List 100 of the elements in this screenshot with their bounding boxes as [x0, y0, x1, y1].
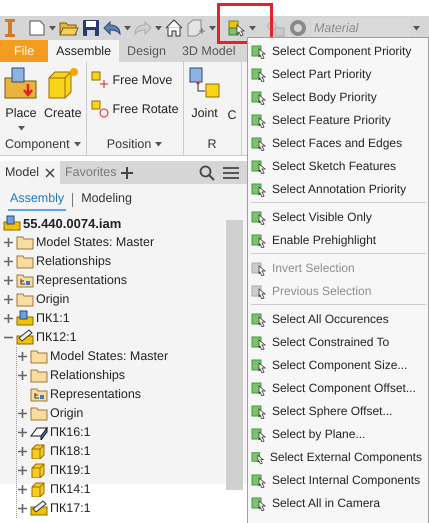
- tree-item[interactable]: Relationships: [36, 252, 112, 271]
- ribbon-button[interactable]: Create: [44, 66, 82, 133]
- mode-tab[interactable]: Modeling: [79, 189, 134, 211]
- tree-item[interactable]: Representations: [50, 384, 142, 404]
- caret-icon: [155, 142, 162, 146]
- ribbon-button[interactable]: Free Move: [90, 69, 179, 92]
- selection-icon: [251, 426, 267, 442]
- selection-icon: [251, 134, 267, 150]
- search-icon[interactable]: [199, 164, 215, 180]
- menu-item[interactable]: Select External Components: [248, 445, 428, 468]
- expander-icon[interactable]: [3, 312, 14, 324]
- assembly-icon: [3, 215, 21, 232]
- menu-item[interactable]: Select Sketch Features: [248, 154, 428, 177]
- tree-item[interactable]: Origin: [36, 290, 70, 309]
- menu-item[interactable]: Select Component Priority: [248, 39, 428, 62]
- save-icon[interactable]: [82, 19, 100, 37]
- menu-icon[interactable]: [223, 166, 239, 180]
- tree-item[interactable]: ПК12:1: [36, 328, 77, 347]
- caret-icon[interactable]: [124, 26, 131, 30]
- expander-icon[interactable]: [17, 408, 28, 419]
- expander-icon[interactable]: [3, 274, 14, 286]
- expander-icon[interactable]: [17, 464, 28, 476]
- folder-icon: [16, 253, 34, 270]
- expander-icon[interactable]: [3, 294, 14, 305]
- create-component-icon[interactable]: [46, 66, 80, 100]
- browser-tab[interactable]: Model: [0, 161, 60, 184]
- constraint-icon[interactable]: [266, 19, 286, 37]
- menu-item[interactable]: Enable Prehighlight: [248, 228, 428, 251]
- document-icon[interactable]: [186, 19, 206, 37]
- menu-item[interactable]: Select Sphere Offset...: [248, 399, 428, 422]
- menu-item[interactable]: Select Feature Priority: [248, 108, 428, 131]
- menu-item[interactable]: Select Annotation Priority: [248, 177, 428, 200]
- expander-icon[interactable]: [17, 446, 28, 457]
- selection-icon: [251, 66, 267, 82]
- caret-icon[interactable]: [49, 26, 56, 30]
- tree-item[interactable]: 55.440.0074.iam: [23, 214, 122, 233]
- panel-title[interactable]: R: [188, 133, 237, 155]
- tree-item[interactable]: Model States: Master: [36, 232, 154, 252]
- tree-item[interactable]: ПК1:1: [36, 308, 70, 328]
- mode-tab[interactable]: Assembly: [8, 189, 66, 211]
- menu-item[interactable]: Select Visible Only: [248, 205, 428, 228]
- menu-item[interactable]: Select Component Size...: [248, 353, 428, 376]
- caret-icon[interactable]: [209, 26, 216, 30]
- tree-item[interactable]: ПК17:1: [50, 498, 91, 518]
- selection-icon: [251, 310, 267, 326]
- caret-icon[interactable]: [155, 26, 162, 30]
- expander-icon[interactable]: [3, 256, 14, 267]
- expander-icon[interactable]: [3, 236, 14, 248]
- expander-icon[interactable]: [17, 370, 28, 381]
- menu-item[interactable]: Select Component Offset...: [248, 376, 428, 399]
- tree-item[interactable]: Representations: [36, 270, 128, 290]
- expander-icon[interactable]: [17, 502, 28, 514]
- tree-item[interactable]: ПК14:1: [50, 480, 91, 499]
- caret-icon[interactable]: [249, 26, 256, 30]
- menu-item[interactable]: Select by Plane...: [248, 422, 428, 445]
- ribbon-tab[interactable]: Assemble: [48, 40, 120, 62]
- tree-item[interactable]: Relationships: [50, 366, 126, 385]
- ribbon-button[interactable]: C: [228, 66, 237, 133]
- assembly-icon: [16, 310, 34, 326]
- menu-item[interactable]: Select Internal Components: [248, 468, 428, 491]
- expander-icon[interactable]: [17, 426, 28, 438]
- folder-icon: [16, 291, 34, 308]
- scrollbar[interactable]: [226, 220, 243, 490]
- undo-icon[interactable]: [103, 20, 121, 36]
- place-component-icon[interactable]: [4, 66, 38, 100]
- add-icon[interactable]: [121, 166, 134, 178]
- new-document-icon[interactable]: [28, 19, 46, 37]
- selection-icon: [251, 402, 267, 418]
- ribbon-tab[interactable]: Design: [119, 40, 174, 62]
- menu-item[interactable]: Select Part Priority: [248, 62, 428, 85]
- close-icon[interactable]: [45, 168, 56, 178]
- expander-icon[interactable]: [17, 350, 28, 362]
- joint-icon[interactable]: [188, 66, 222, 100]
- tree-item[interactable]: Model States: Master: [50, 346, 168, 366]
- menu-item[interactable]: Select Faces and Edges: [248, 131, 428, 154]
- ribbon-tab[interactable]: 3D Model: [174, 40, 244, 62]
- tree-item[interactable]: ПК19:1: [50, 460, 91, 480]
- menu-item[interactable]: Select All in Camera: [248, 491, 428, 514]
- tree-item[interactable]: Origin: [50, 404, 84, 423]
- tree-item[interactable]: ПК18:1: [50, 442, 91, 461]
- menu-item[interactable]: Select Body Priority: [248, 85, 428, 108]
- selection-icon[interactable]: [228, 19, 246, 37]
- menu-item[interactable]: Select Constrained To: [248, 330, 428, 353]
- home-icon[interactable]: [165, 19, 183, 37]
- ribbon-button[interactable]: Joint: [188, 66, 222, 133]
- expander-icon[interactable]: [17, 484, 28, 495]
- tree-item[interactable]: ПК16:1: [50, 422, 91, 442]
- ribbon-button[interactable]: Place: [4, 66, 38, 133]
- ribbon-button[interactable]: Free Rotate: [90, 98, 179, 120]
- material-field[interactable]: Material: [312, 18, 410, 38]
- caret-icon[interactable]: [413, 26, 420, 30]
- weldment-icon: [16, 329, 34, 346]
- panel-title[interactable]: Position: [90, 133, 179, 155]
- selection-icon: [251, 260, 267, 276]
- weldment-icon: [30, 500, 48, 516]
- selection-icon: [251, 112, 267, 128]
- menu-item[interactable]: Select All Occurences: [248, 307, 428, 330]
- folder-icon: [16, 272, 34, 288]
- panel-title[interactable]: Component: [4, 133, 82, 155]
- folder-icon: [30, 367, 48, 384]
